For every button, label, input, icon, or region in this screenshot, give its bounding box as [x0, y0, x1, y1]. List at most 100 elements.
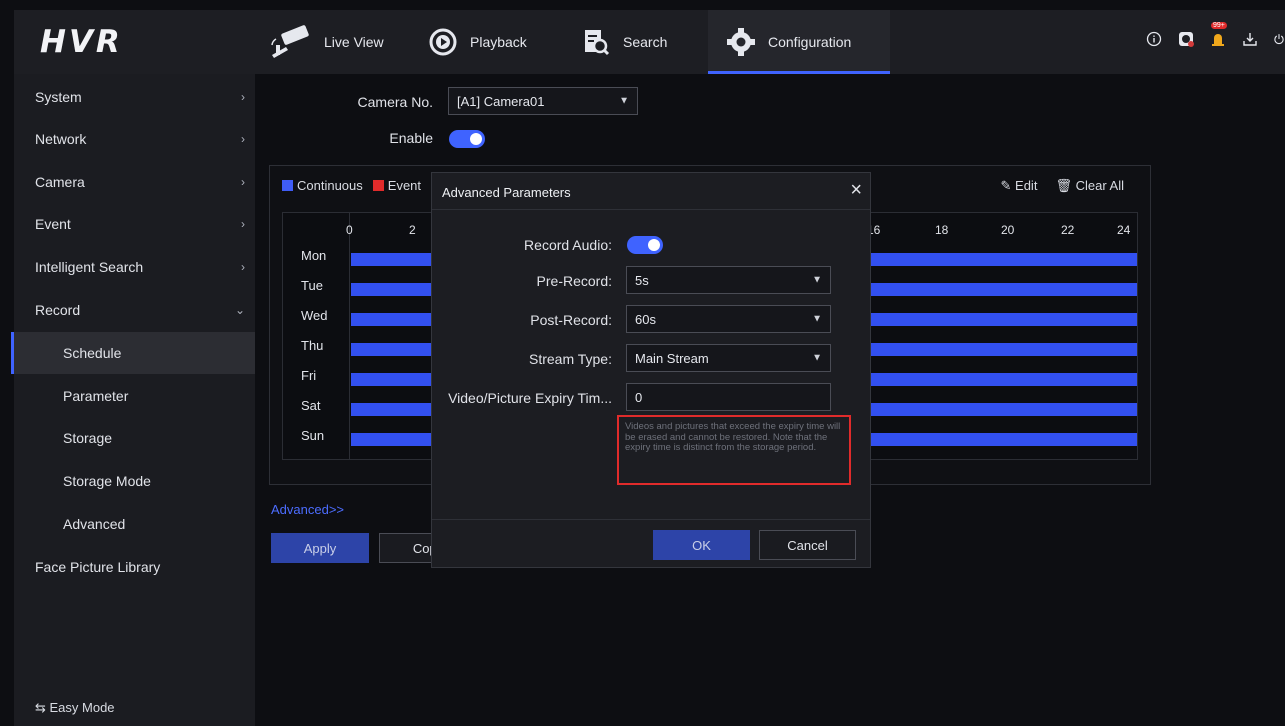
dialog-title: Advanced Parameters — [442, 185, 571, 200]
chevron-right-icon: › — [241, 217, 245, 231]
sidebar-item-storage-mode[interactable]: Storage Mode — [14, 460, 255, 502]
enable-toggle[interactable] — [449, 130, 485, 148]
sidebar-item-label: Camera — [35, 174, 85, 190]
ok-button[interactable]: OK — [653, 530, 750, 560]
hour-label: 20 — [1001, 223, 1015, 237]
sidebar-item-advanced[interactable]: Advanced — [14, 503, 255, 545]
panel-actions: ✎ Edit 🗑 Clear All — [1001, 178, 1125, 194]
sidebar-item-label: Storage Mode — [63, 473, 151, 489]
sidebar-item-schedule[interactable]: Schedule — [11, 332, 255, 374]
post-record-label: Post-Record: — [530, 312, 612, 328]
edit-button[interactable]: ✎ Edit — [1001, 178, 1038, 194]
app-logo: HVR — [40, 24, 123, 60]
close-icon[interactable]: × — [850, 179, 862, 202]
chevron-down-icon: ▼ — [812, 274, 822, 286]
post-record-select[interactable]: 60s ▼ — [626, 305, 831, 333]
hour-label: 2 — [409, 223, 416, 237]
nav-label: Search — [623, 34, 668, 50]
sidebar-item-system[interactable]: System › — [14, 76, 255, 118]
legend-swatch — [372, 180, 384, 191]
sidebar-item-event[interactable]: Event › — [14, 203, 255, 245]
expiry-time-input[interactable]: 0 — [626, 383, 831, 411]
sidebar-item-camera[interactable]: Camera › — [14, 161, 255, 203]
sidebar-item-label: Network — [35, 131, 87, 147]
nav-live-view[interactable]: Live View — [270, 10, 384, 74]
playback-icon — [428, 27, 458, 57]
sidebar-item-label: Parameter — [63, 388, 129, 404]
top-bar: HVR Live View Playback Search Configurat… — [14, 10, 1285, 74]
edit-label: Edit — [1015, 178, 1038, 193]
chevron-right-icon: › — [241, 260, 245, 274]
pre-record-select[interactable]: 5s ▼ — [626, 266, 831, 294]
record-audio-toggle[interactable] — [627, 236, 663, 254]
sidebar-item-storage[interactable]: Storage — [14, 417, 255, 459]
legend-continuous[interactable]: Continuous — [282, 178, 363, 193]
day-label: Mon — [301, 248, 327, 263]
info-icon[interactable] — [1145, 30, 1163, 48]
day-label: Fri — [301, 368, 317, 383]
camera-select-value: [A1] Camera01 — [457, 93, 545, 109]
sidebar-item-intelligent-search[interactable]: Intelligent Search › — [14, 246, 255, 288]
easy-mode-button[interactable]: ⇆ Easy Mode — [35, 700, 115, 716]
nav-playback[interactable]: Playback — [428, 10, 527, 74]
top-icons: 99+ — [1145, 22, 1285, 48]
nav-label: Playback — [470, 34, 527, 50]
hour-label: 0 — [346, 223, 353, 237]
camera-no-label: Camera No. — [357, 94, 433, 110]
advanced-parameters-dialog: Advanced Parameters × Record Audio: Pre-… — [431, 172, 871, 568]
chevron-right-icon: › — [241, 90, 245, 104]
power-icon[interactable] — [1273, 30, 1285, 48]
pre-record-value: 5s — [635, 272, 649, 288]
hour-label: 24 — [1117, 223, 1131, 237]
alarm-badge: 99+ — [1211, 22, 1227, 29]
sidebar-item-label: Intelligent Search — [35, 259, 144, 275]
hour-label: 22 — [1061, 223, 1075, 237]
nav-configuration[interactable]: Configuration — [708, 10, 890, 74]
chevron-down-icon: ⌄ — [234, 303, 245, 317]
stream-type-select[interactable]: Main Stream ▼ — [626, 344, 831, 372]
clear-all-label: Clear All — [1075, 178, 1124, 193]
day-label: Sun — [301, 428, 325, 443]
chevron-right-icon: › — [241, 175, 245, 189]
sidebar-item-label: Schedule — [63, 345, 122, 361]
apply-button[interactable]: Apply — [271, 533, 369, 563]
post-record-value: 60s — [635, 311, 656, 327]
day-label: Sat — [301, 398, 321, 413]
clear-all-button[interactable]: 🗑 Clear All — [1055, 178, 1124, 194]
disk-icon[interactable] — [1177, 30, 1195, 48]
sidebar: System › Network › Camera › Event › Inte… — [11, 74, 255, 726]
legend-event[interactable]: Event — [372, 178, 421, 193]
divider — [432, 519, 870, 520]
sidebar-item-network[interactable]: Network › — [14, 118, 255, 160]
download-icon[interactable] — [1241, 30, 1259, 48]
pre-record-label: Pre-Record: — [536, 273, 612, 289]
expiry-hint: Videos and pictures that exceed the expi… — [617, 415, 851, 485]
legend: Continuous Event — [282, 178, 421, 193]
day-label: Tue — [301, 278, 323, 293]
sidebar-item-label: Face Picture Library — [35, 559, 161, 575]
day-label: Thu — [301, 338, 324, 353]
pencil-icon: ✎ — [1000, 178, 1012, 193]
nav-search[interactable]: Search — [581, 10, 667, 74]
sidebar-item-label: System — [35, 89, 82, 105]
legend-label: Continuous — [297, 178, 363, 193]
expiry-time-label: Video/Picture Expiry Tim... — [448, 390, 612, 406]
stream-type-value: Main Stream — [635, 350, 709, 366]
stream-type-label: Stream Type: — [528, 351, 612, 367]
cancel-button[interactable]: Cancel — [759, 530, 856, 560]
chevron-down-icon: ▼ — [619, 95, 629, 107]
sidebar-item-record[interactable]: Record ⌄ — [14, 289, 255, 331]
advanced-link[interactable]: Advanced>> — [271, 502, 344, 517]
camera-icon — [270, 25, 312, 59]
sidebar-item-label: Event — [35, 216, 71, 232]
legend-swatch — [282, 180, 293, 191]
nav-label: Configuration — [768, 34, 852, 50]
day-label: Wed — [301, 308, 328, 323]
trash-icon: 🗑 — [1055, 178, 1072, 193]
enable-label: Enable — [389, 130, 433, 146]
sidebar-item-face-picture-library[interactable]: Face Picture Library — [14, 546, 255, 588]
alarm-icon[interactable]: 99+ — [1209, 22, 1227, 48]
sidebar-item-label: Storage — [63, 430, 113, 446]
sidebar-item-parameter[interactable]: Parameter — [14, 375, 255, 417]
camera-select[interactable]: [A1] Camera01 ▼ — [448, 87, 638, 115]
